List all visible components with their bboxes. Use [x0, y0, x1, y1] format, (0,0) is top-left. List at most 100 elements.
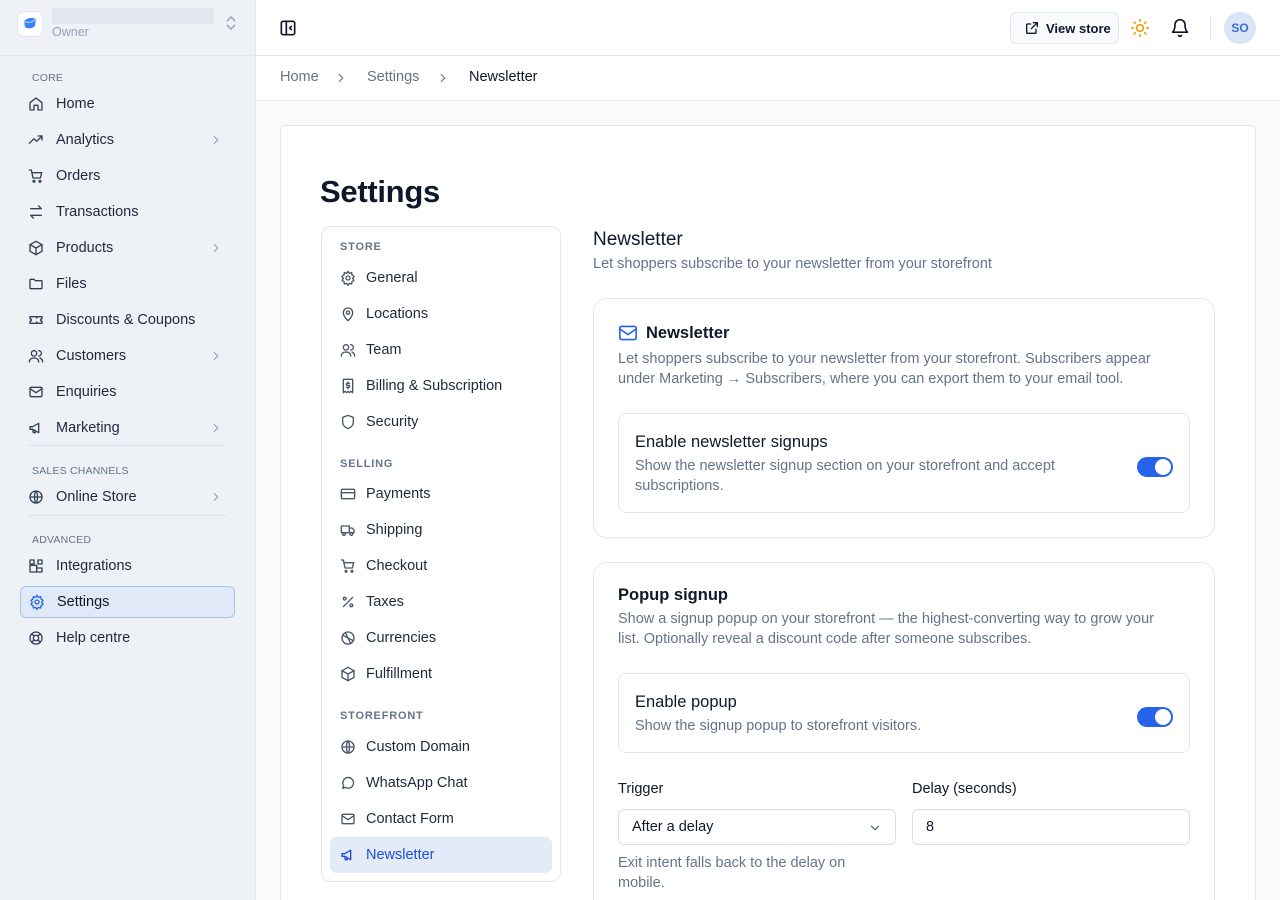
- view-store-button[interactable]: View store: [1010, 12, 1119, 44]
- sidebar-item-home[interactable]: Home: [20, 88, 235, 120]
- settings-nav-whatsapp[interactable]: WhatsApp Chat: [330, 765, 552, 801]
- breadcrumb: Home Settings Newsletter: [256, 56, 1280, 101]
- chevron-right-icon: [334, 71, 348, 85]
- topbar-divider: [1210, 16, 1211, 40]
- home-icon: [20, 96, 52, 112]
- avatar[interactable]: SO: [1224, 12, 1256, 44]
- sidebar-item-label: Orders: [56, 168, 101, 184]
- settings-nav-label: Fulfillment: [366, 666, 433, 682]
- bell-icon[interactable]: [1170, 18, 1190, 38]
- settings-nav-contact-form[interactable]: Contact Form: [330, 801, 552, 837]
- sidebar-divider: [28, 445, 227, 446]
- sidebar-item-label: Marketing: [56, 420, 120, 436]
- breadcrumb-current: Newsletter: [469, 69, 538, 85]
- settings-nav-fulfillment[interactable]: Fulfillment: [330, 656, 552, 692]
- truck-icon: [330, 522, 366, 538]
- hint-line: mobile.: [618, 875, 665, 891]
- sidebar-item-label: Enquiries: [56, 384, 117, 400]
- sidebar-section-advanced: ADVANCED: [32, 534, 92, 546]
- enable-newsletter-toggle[interactable]: [1137, 457, 1173, 477]
- sun-icon[interactable]: [1130, 18, 1150, 38]
- sidebar-item-marketing[interactable]: Marketing: [20, 412, 235, 444]
- sidebar-item-files[interactable]: Files: [20, 268, 235, 300]
- settings-nav-security[interactable]: Security: [330, 404, 552, 440]
- chat-bubble-icon: [330, 775, 366, 791]
- mail-icon: [20, 384, 52, 400]
- sidebar-item-label: Settings: [57, 594, 110, 610]
- delay-label: Delay (seconds): [912, 781, 1017, 797]
- sidebar-item-help[interactable]: Help centre: [20, 622, 235, 654]
- blocks-icon: [20, 558, 52, 574]
- view-store-label: View store: [1046, 20, 1111, 36]
- workspace-switcher[interactable]: Owner: [0, 0, 255, 56]
- sidebar-item-products[interactable]: Products: [20, 232, 235, 264]
- settings-nav-currencies[interactable]: Currencies: [330, 620, 552, 656]
- sidebar-item-online-store[interactable]: Online Store: [20, 481, 235, 513]
- settings-nav-general[interactable]: General: [330, 260, 552, 296]
- settings-nav-locations[interactable]: Locations: [330, 296, 552, 332]
- settings-nav-label: Contact Form: [366, 811, 454, 827]
- trigger-hint: Exit intent falls back to the delay on m…: [618, 853, 896, 893]
- chevron-right-icon: [209, 349, 223, 363]
- settings-nav-section-store: STORE: [340, 241, 382, 253]
- toggle-knob: [1155, 459, 1171, 475]
- sidebar-item-orders[interactable]: Orders: [20, 160, 235, 192]
- settings-nav-label: Security: [366, 414, 419, 430]
- page-title: Settings: [320, 174, 440, 209]
- percent-icon: [330, 594, 366, 610]
- hint-line: Exit intent falls back to the delay on: [618, 855, 846, 871]
- breadcrumb-settings[interactable]: Settings: [367, 69, 419, 85]
- sidebar-section-core: CORE: [32, 72, 64, 84]
- settings-nav-label: Currencies: [366, 630, 437, 646]
- settings-nav-taxes[interactable]: Taxes: [330, 584, 552, 620]
- delay-seconds-input[interactable]: [912, 809, 1190, 845]
- sidebar-item-analytics[interactable]: Analytics: [20, 124, 235, 156]
- chevron-right-icon: [209, 421, 223, 435]
- description-line: Let shoppers subscribe to your newslette…: [618, 351, 1151, 367]
- globe-icon: [330, 739, 366, 755]
- description-line: under Marketing → Subscribers, where you…: [618, 371, 1124, 387]
- enable-newsletter-title: Enable newsletter signups: [635, 433, 828, 451]
- sidebar-item-settings[interactable]: Settings: [20, 586, 235, 618]
- settings-nav-payments[interactable]: Payments: [330, 476, 552, 512]
- credit-card-icon: [330, 486, 366, 502]
- sidebar-item-customers[interactable]: Customers: [20, 340, 235, 372]
- sidebar-item-transactions[interactable]: Transactions: [20, 196, 235, 228]
- box-icon: [20, 240, 52, 256]
- enable-popup-description: Show the signup popup to storefront visi…: [635, 718, 922, 734]
- box-icon: [330, 666, 366, 682]
- external-link-icon: [1024, 20, 1040, 36]
- section-title: Newsletter: [593, 229, 683, 250]
- settings-nav-team[interactable]: Team: [330, 332, 552, 368]
- mail-icon: [330, 811, 366, 827]
- sidebar-item-enquiries[interactable]: Enquiries: [20, 376, 235, 408]
- sidebar-item-label: Online Store: [56, 489, 137, 505]
- settings-nav-shipping[interactable]: Shipping: [330, 512, 552, 548]
- sidebar-item-discounts[interactable]: Discounts & Coupons: [20, 304, 235, 336]
- settings-nav-checkout[interactable]: Checkout: [330, 548, 552, 584]
- sidebar-item-label: Transactions: [56, 204, 139, 220]
- ticket-icon: [20, 312, 52, 328]
- store-name-redacted: [52, 8, 214, 24]
- breadcrumb-home[interactable]: Home: [280, 69, 319, 85]
- sidebar-item-label: Files: [56, 276, 87, 292]
- megaphone-icon: [20, 420, 52, 436]
- description-line: list. Optionally reveal a discount code …: [618, 631, 1032, 647]
- chevron-right-icon: [209, 241, 223, 255]
- settings-nav-newsletter[interactable]: Newsletter: [330, 837, 552, 873]
- folder-icon: [20, 276, 52, 292]
- settings-nav-label: Shipping: [366, 522, 423, 538]
- sidebar-item-label: Help centre: [56, 630, 131, 646]
- topbar: View store SO: [256, 0, 1280, 56]
- sidebar-toggle-icon[interactable]: [278, 18, 298, 38]
- settings-nav-billing[interactable]: Billing & Subscription: [330, 368, 552, 404]
- settings-nav-label: Team: [366, 342, 402, 358]
- settings-nav-custom-domain[interactable]: Custom Domain: [330, 729, 552, 765]
- settings-nav-label: Billing & Subscription: [366, 378, 503, 394]
- sidebar-item-integrations[interactable]: Integrations: [20, 550, 235, 582]
- section-description: Let shoppers subscribe to your newslette…: [593, 256, 992, 272]
- trigger-select[interactable]: After a delay: [618, 809, 896, 845]
- enable-popup-toggle[interactable]: [1137, 707, 1173, 727]
- settings-nav-label: WhatsApp Chat: [366, 775, 468, 791]
- settings-nav-section-storefront: STOREFRONT: [340, 710, 424, 722]
